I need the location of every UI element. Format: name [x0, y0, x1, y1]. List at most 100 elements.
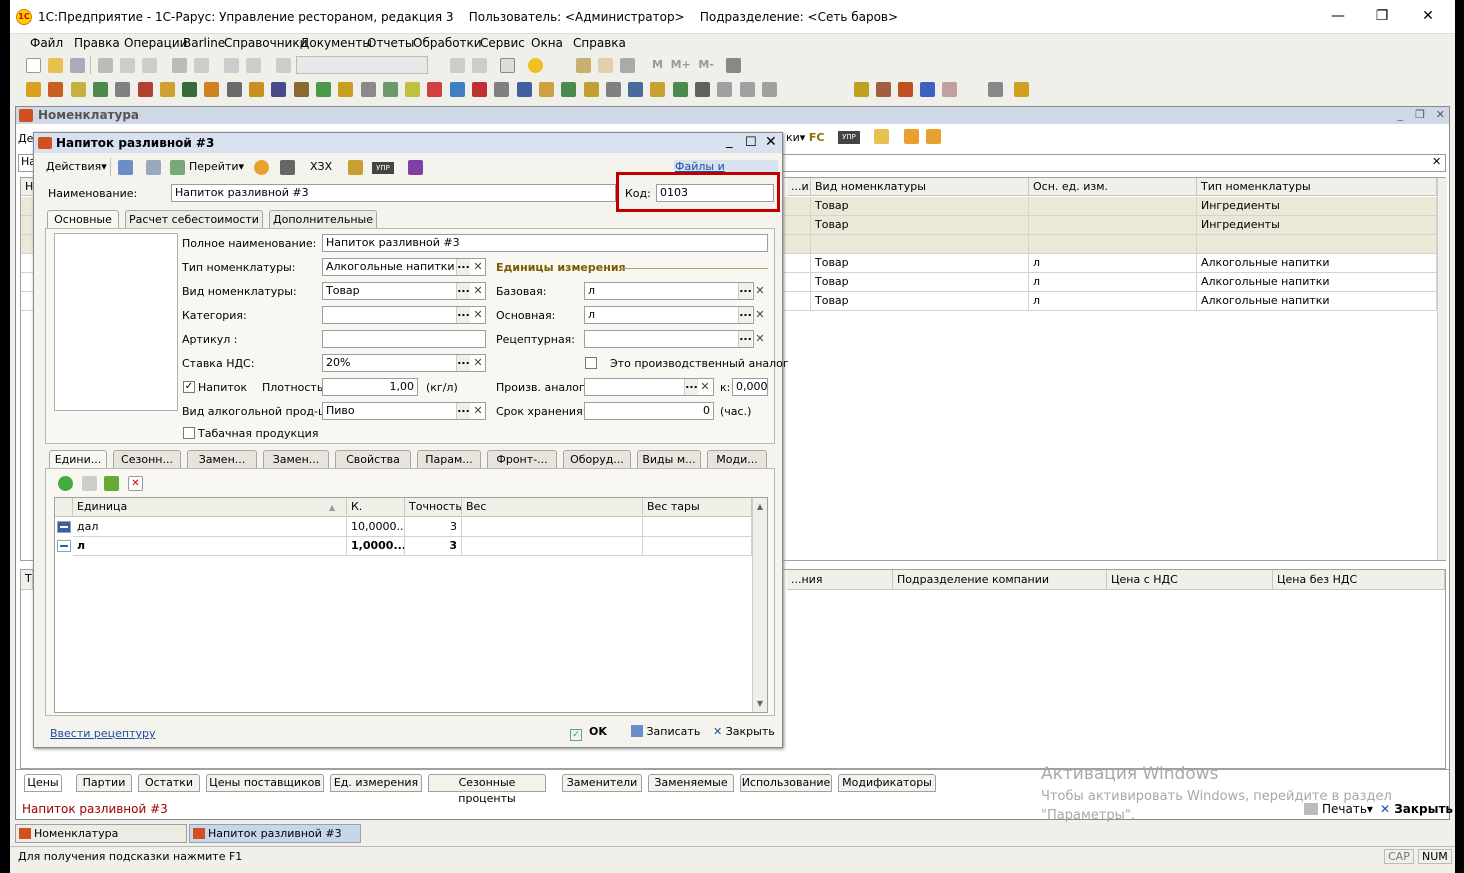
tobacco-checkbox[interactable]	[183, 427, 195, 439]
units-cell[interactable]	[462, 537, 643, 556]
dialog-max-button[interactable]: ☐	[745, 135, 757, 150]
doc-toolbar-icon[interactable]	[717, 82, 733, 97]
menu-help[interactable]: Справка	[573, 36, 626, 50]
menu-operations[interactable]: Операции	[124, 36, 187, 50]
tools-icon[interactable]	[726, 58, 741, 73]
price-header-partial[interactable]: Т	[21, 570, 33, 590]
table-cell[interactable]: Товар	[811, 254, 1029, 273]
find-icon[interactable]	[276, 58, 291, 73]
paste-icon[interactable]	[142, 58, 157, 73]
subtab[interactable]: Виды м...	[637, 450, 701, 468]
list-close-button[interactable]: ✕	[1436, 108, 1445, 121]
dialog-min-button[interactable]: _	[726, 134, 733, 149]
new-icon[interactable]	[26, 58, 41, 73]
doc-toolbar-icon[interactable]	[48, 82, 64, 97]
subtab[interactable]: Моди...	[707, 450, 767, 468]
price-header-2[interactable]: Цена с НДС	[1107, 570, 1273, 590]
doc-toolbar-icon[interactable]	[449, 82, 465, 97]
shelf-life-input[interactable]: 0	[584, 402, 714, 420]
main-unit-select-button[interactable]: ...	[738, 307, 752, 323]
info-icon[interactable]	[528, 58, 543, 73]
menu-service[interactable]: Сервис	[480, 36, 525, 50]
list-toolbar-menu[interactable]: ки	[786, 131, 800, 144]
doc-toolbar-icon[interactable]	[115, 82, 131, 97]
units-col-tare[interactable]: Вес тары	[643, 498, 752, 517]
base-unit-input[interactable]: л	[584, 282, 754, 300]
list-tab[interactable]: Цены	[24, 774, 62, 792]
list-tab[interactable]: Модификаторы	[838, 774, 936, 792]
delete-icon[interactable]: ✕	[128, 476, 143, 491]
units-cell[interactable]: дал	[73, 518, 347, 537]
table-cell[interactable]: Алкогольные напитки	[1197, 292, 1437, 311]
grid-header-2[interactable]: Осн. ед. изм.	[1029, 178, 1197, 196]
tab-additional[interactable]: Дополнительные	[269, 210, 377, 228]
menu-processing[interactable]: Обработки	[413, 36, 482, 50]
memory-buttons[interactable]: M M+ M-	[652, 58, 714, 71]
base-unit-select-button[interactable]: ...	[738, 283, 752, 299]
stock-icon[interactable]	[348, 160, 363, 175]
doc-toolbar-icon[interactable]	[293, 82, 309, 97]
doc-toolbar-icon[interactable]	[271, 82, 287, 97]
table-cell[interactable]	[811, 235, 1029, 254]
type-select-button[interactable]: ...	[456, 259, 470, 275]
prod-analog-select-button[interactable]: ...	[684, 379, 698, 395]
price-header-0[interactable]: ...ния	[787, 570, 893, 590]
fc-button[interactable]: FC	[809, 131, 825, 144]
edit-icon[interactable]	[104, 476, 119, 491]
doc-toolbar-icon[interactable]	[516, 82, 532, 97]
restore-button[interactable]: ❐	[1360, 4, 1404, 28]
table-cell[interactable]: Товар	[811, 273, 1029, 292]
close-button[interactable]: ✕ Закрыть	[713, 725, 775, 738]
recipe-unit-input[interactable]	[584, 330, 754, 348]
menu-windows[interactable]: Окна	[531, 36, 563, 50]
main-unit-input[interactable]: л	[584, 306, 754, 324]
refresh-icon[interactable]	[146, 160, 161, 175]
doc-toolbar-icon[interactable]	[338, 82, 354, 97]
doc-toolbar-icon[interactable]	[405, 82, 421, 97]
kind-clear-button[interactable]: ✕	[471, 283, 485, 299]
calendar-icon[interactable]	[598, 58, 613, 73]
prod-analog-clear-button[interactable]: ✕	[698, 379, 712, 395]
preview-icon[interactable]	[194, 58, 209, 73]
menu-catalogs[interactable]: Справочники	[224, 36, 307, 50]
doc-toolbar-icon[interactable]	[583, 82, 599, 97]
doc-toolbar-icon[interactable]	[427, 82, 443, 97]
open-icon[interactable]	[48, 58, 63, 73]
book-icon[interactable]	[408, 160, 423, 175]
name-input[interactable]: Напиток разливной #3	[171, 184, 616, 202]
doc-toolbar-icon[interactable]	[628, 82, 644, 97]
menu-file[interactable]: Файл	[30, 36, 63, 50]
save-doc-icon[interactable]	[118, 160, 133, 175]
windows-icon[interactable]	[500, 58, 515, 73]
find-next-icon[interactable]	[450, 58, 465, 73]
subtab[interactable]: Замен...	[187, 450, 257, 468]
units-col-weight[interactable]: Вес	[462, 498, 643, 517]
taskbar-item-drink[interactable]: Напиток разливной #3	[189, 824, 361, 843]
units-cell[interactable]: 3	[405, 537, 462, 556]
list-tab[interactable]: Заменяемые	[648, 774, 734, 792]
units-cell[interactable]: л	[73, 537, 347, 556]
doc-toolbar-icon[interactable]	[360, 82, 376, 97]
table-cell[interactable]: л	[1029, 273, 1197, 292]
doc-toolbar-icon[interactable]	[854, 82, 869, 97]
doc-toolbar-icon[interactable]	[249, 82, 264, 97]
units-cell[interactable]: 3	[405, 518, 462, 537]
doc-toolbar-icon[interactable]	[315, 82, 331, 97]
doc-toolbar-icon[interactable]	[920, 82, 935, 97]
goto-menu[interactable]: Перейти▾	[189, 160, 244, 173]
table-cell[interactable]	[1029, 197, 1197, 216]
units-col-precision[interactable]: Точность	[405, 498, 462, 517]
category-select-button[interactable]: ...	[456, 307, 470, 323]
units-cell[interactable]	[643, 518, 752, 537]
save-icon[interactable]	[70, 58, 85, 73]
doc-toolbar-icon[interactable]	[92, 82, 108, 97]
print-menu-button[interactable]: Печать▾	[1304, 802, 1373, 816]
list-max-button[interactable]: ❐	[1415, 108, 1425, 121]
list-min-button[interactable]: _	[1398, 108, 1404, 121]
picture-box[interactable]	[54, 233, 178, 411]
doc-toolbar-icon[interactable]	[650, 82, 666, 97]
list-tab[interactable]: Заменители	[562, 774, 642, 792]
table-cell[interactable]: Товар	[811, 197, 1029, 216]
main-unit-clear-button[interactable]: ✕	[753, 307, 767, 323]
doc-toolbar-icon[interactable]	[494, 82, 510, 97]
